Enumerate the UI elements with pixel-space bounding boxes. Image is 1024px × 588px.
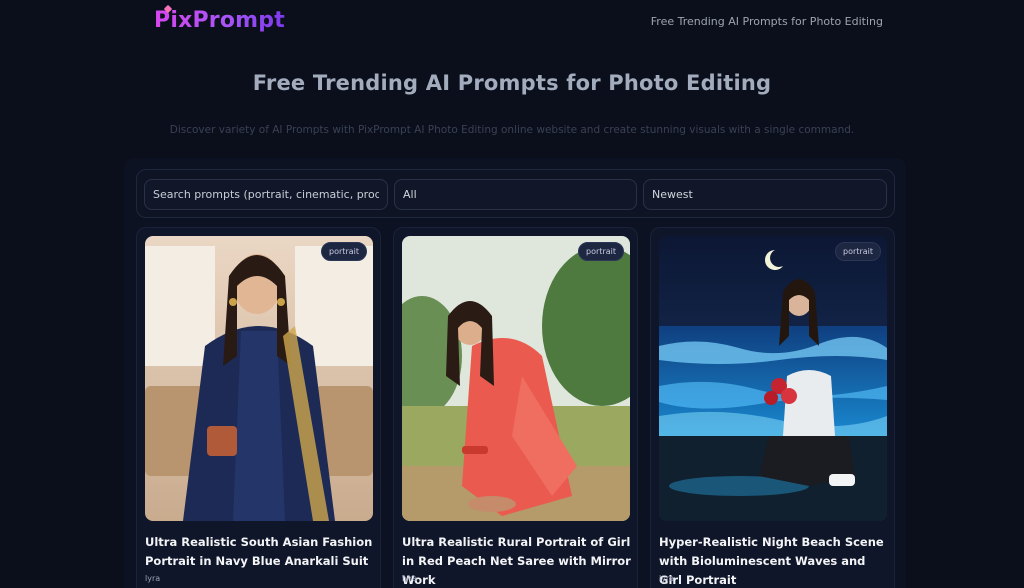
top-bar: PixPrompt Free Trending AI Prompts for P…: [0, 0, 1024, 46]
category-badge: portrait: [835, 242, 881, 261]
night-beach-image: [659, 236, 887, 521]
portrait-image: [145, 236, 373, 521]
prompt-card-image[interactable]: portrait: [402, 236, 630, 521]
prompt-card-title[interactable]: Ultra Realistic South Asian Fashion Port…: [145, 533, 377, 571]
nav-link-trending-prompts[interactable]: Free Trending AI Prompts for Photo Editi…: [651, 15, 883, 28]
filter-bar: All Newest: [136, 169, 895, 218]
page-subtitle: Discover variety of AI Prompts with PixP…: [169, 124, 855, 136]
category-badge: portrait: [321, 242, 367, 261]
prompt-card-author: lyra: [659, 574, 675, 583]
prompt-card[interactable]: portrait Ultra Realistic South Asian Fas…: [136, 227, 381, 588]
prompt-card[interactable]: portrait Hyper-Realistic Night Beach Sce…: [650, 227, 895, 588]
prompt-card[interactable]: portrait Ultra Realistic Rural Portrait …: [393, 227, 638, 588]
prompt-card-title[interactable]: Hyper-Realistic Night Beach Scene with B…: [659, 533, 891, 588]
prompt-card-image[interactable]: portrait: [145, 236, 373, 521]
portrait-image: [402, 236, 630, 521]
prompt-card-image[interactable]: portrait: [659, 236, 887, 521]
page-title: Free Trending AI Prompts for Photo Editi…: [252, 71, 772, 95]
category-select[interactable]: All: [394, 179, 637, 210]
prompt-card-author: lyra: [145, 574, 161, 583]
sort-select[interactable]: Newest: [643, 179, 887, 210]
prompt-card-title[interactable]: Ultra Realistic Rural Portrait of Girl i…: [402, 533, 634, 588]
prompt-card-author: lyra: [402, 574, 418, 583]
category-badge: portrait: [578, 242, 624, 261]
logo[interactable]: PixPrompt: [154, 8, 285, 33]
search-input[interactable]: [144, 179, 388, 210]
